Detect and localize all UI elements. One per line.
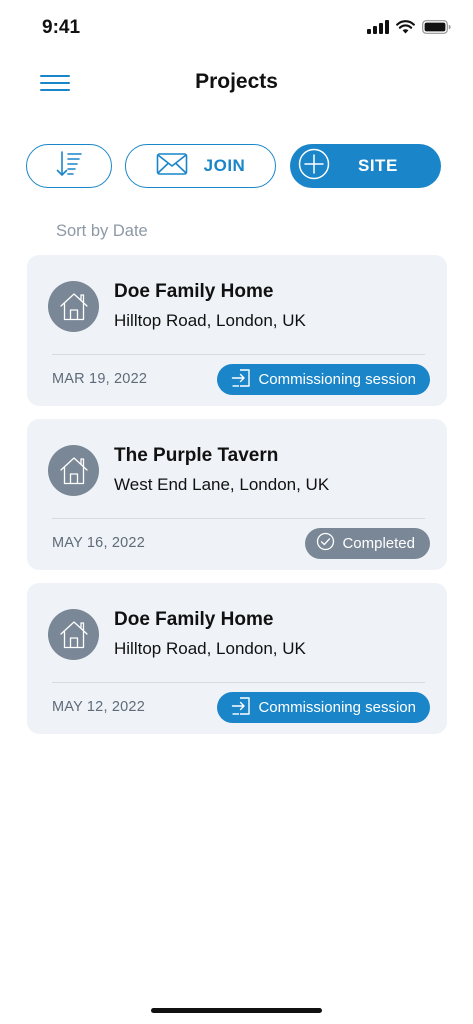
page-title: Projects [195,70,278,93]
cellular-signal-icon [367,20,389,34]
plus-circle-icon [298,148,330,185]
house-icon [48,609,99,660]
status-label: Commissioning session [258,699,416,716]
house-icon [48,281,99,332]
sort-label: Sort by Date [56,222,148,240]
project-card[interactable]: Doe Family Home Hilltop Road, London, UK… [27,255,447,406]
sort-descending-icon [53,148,85,185]
project-date: MAR 19, 2022 [52,371,148,387]
project-date: MAY 12, 2022 [52,699,145,715]
card-divider [52,682,425,683]
sort-button[interactable] [26,144,112,188]
completed-badge: Completed [305,528,430,559]
sign-in-icon [231,368,251,392]
project-date: MAY 16, 2022 [52,535,145,551]
envelope-icon [156,152,188,181]
status-bar: 9:41 [0,0,473,56]
project-address: Hilltop Road, London, UK [114,639,306,658]
status-time: 9:41 [42,17,81,38]
site-button-label: SITE [358,156,398,175]
status-label: Commissioning session [258,371,416,388]
card-divider [52,518,425,519]
battery-icon [422,20,451,34]
card-divider [52,354,425,355]
add-site-button[interactable]: SITE [290,144,441,188]
commissioning-session-badge[interactable]: Commissioning session [217,364,430,395]
project-card[interactable]: Doe Family Home Hilltop Road, London, UK… [27,583,447,734]
project-address: West End Lane, London, UK [114,475,330,494]
home-indicator[interactable] [151,1008,322,1013]
commissioning-session-badge[interactable]: Commissioning session [217,692,430,723]
house-icon [48,445,99,496]
join-button[interactable]: JOIN [125,144,276,188]
join-button-label: JOIN [203,156,246,175]
wifi-icon [396,20,415,34]
check-circle-icon [316,532,335,555]
project-name: Doe Family Home [114,281,274,302]
status-label: Completed [342,535,415,552]
status-icons [367,20,451,34]
project-address: Hilltop Road, London, UK [114,311,306,330]
project-card[interactable]: The Purple Tavern West End Lane, London,… [27,419,447,570]
project-name: Doe Family Home [114,609,274,630]
sign-in-icon [231,696,251,720]
project-name: The Purple Tavern [114,445,279,466]
